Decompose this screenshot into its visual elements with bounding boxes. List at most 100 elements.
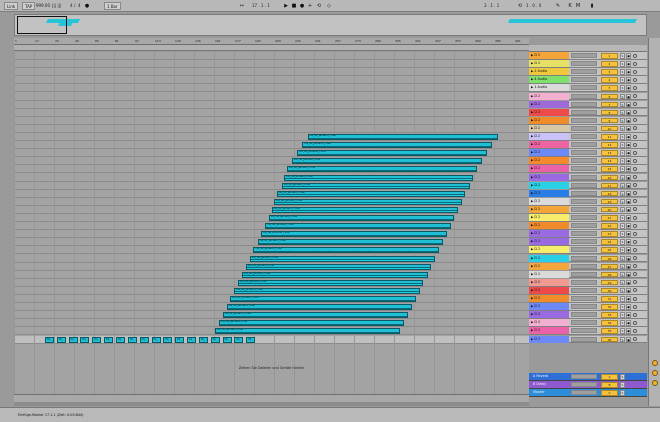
track-name[interactable]: ▶D 2 bbox=[529, 141, 569, 149]
arm-button[interactable]: ● bbox=[626, 53, 631, 59]
arm-button[interactable]: ● bbox=[626, 93, 631, 99]
record-arm-icon[interactable] bbox=[633, 134, 637, 139]
arm-button[interactable]: ● bbox=[626, 247, 631, 253]
track-name[interactable]: ▶4 Audio bbox=[529, 76, 569, 84]
track-input-slot[interactable] bbox=[571, 166, 597, 172]
record-arm-icon[interactable] bbox=[633, 304, 637, 309]
short-audio-clip[interactable]: Da_ bbox=[222, 336, 232, 343]
track-header[interactable]: ▶D 2 20 S ● bbox=[529, 205, 647, 214]
record-arm-icon[interactable] bbox=[633, 77, 637, 82]
audio-clip[interactable]: Da_ist_jemand_Final bbox=[242, 271, 428, 278]
track-name[interactable]: ▶D 2 bbox=[529, 52, 569, 59]
midi-map-icon[interactable]: M bbox=[574, 2, 582, 10]
track-activator-button[interactable]: 20 bbox=[601, 206, 618, 213]
track-header[interactable]: ▶D 2 31 S ● bbox=[529, 295, 647, 303]
track-fold-icon[interactable]: ▶ bbox=[531, 287, 533, 294]
track-header[interactable]: ▶D 2 35 S ● bbox=[529, 327, 647, 336]
track-input-slot[interactable] bbox=[571, 255, 597, 261]
arm-button[interactable]: ● bbox=[626, 134, 631, 140]
short-audio-clip[interactable]: Da_ bbox=[115, 336, 125, 343]
audio-clip[interactable]: Da_ist_jemand_Final bbox=[292, 158, 483, 165]
solo-button[interactable]: S bbox=[620, 190, 625, 197]
track-header[interactable]: ▶D 2 12 S ● bbox=[529, 141, 647, 149]
track-activator-button[interactable]: 0 bbox=[601, 390, 618, 396]
record-arm-icon[interactable] bbox=[633, 126, 637, 131]
track-name[interactable]: ▶2 Audio bbox=[529, 68, 569, 76]
solo-button[interactable]: S bbox=[620, 125, 625, 132]
track-name[interactable]: ▶D 2 bbox=[529, 230, 569, 238]
track-input-slot[interactable] bbox=[571, 263, 597, 269]
track-lane[interactable] bbox=[14, 109, 529, 117]
record-icon[interactable]: ● bbox=[298, 2, 306, 10]
track-activator-button[interactable]: 29 bbox=[601, 279, 618, 286]
track-fold-icon[interactable]: ▶ bbox=[531, 295, 533, 302]
audio-clip[interactable]: Da_ist_jemand_Final bbox=[253, 247, 439, 254]
short-audio-clip[interactable]: Da_ bbox=[139, 336, 149, 343]
track-header[interactable]: ▶D 2 1 S ● bbox=[529, 52, 647, 60]
solo-button[interactable]: S bbox=[620, 134, 625, 140]
track-header[interactable]: ▶D 2 9 S ● bbox=[529, 116, 647, 125]
record-arm-icon[interactable] bbox=[633, 337, 637, 341]
track-name[interactable]: ▶D 2 bbox=[529, 197, 569, 205]
arm-button[interactable]: ● bbox=[626, 125, 631, 132]
track-header[interactable]: ▶D 2 2 S ● bbox=[529, 60, 647, 68]
track-header[interactable]: ▶D 2 11 S ● bbox=[529, 133, 647, 141]
track-activator-button[interactable]: 13 bbox=[601, 150, 618, 156]
track-activator-button[interactable]: 23 bbox=[601, 231, 618, 237]
solo-button[interactable]: S bbox=[620, 312, 625, 318]
arm-button[interactable]: ● bbox=[626, 101, 631, 108]
track-activator-button[interactable]: 24 bbox=[601, 239, 618, 245]
punch-icon[interactable]: ◇ bbox=[325, 2, 333, 10]
audio-clip[interactable]: Da_ist_jemand_Final bbox=[261, 231, 447, 238]
audio-clip[interactable]: Da_ist_jemand_Final bbox=[307, 134, 498, 140]
track-header[interactable]: ▶D 2 13 S ● bbox=[529, 149, 647, 157]
solo-button[interactable]: S bbox=[620, 182, 625, 189]
track-name[interactable]: ▶D 2 bbox=[529, 165, 569, 173]
tap-button[interactable]: TAP bbox=[22, 2, 36, 10]
short-audio-clip[interactable]: Da_ bbox=[104, 336, 114, 343]
audio-clip[interactable]: Da_ist_jemand_Final bbox=[218, 320, 405, 327]
track-activator-button[interactable]: A bbox=[601, 374, 618, 380]
solo-button[interactable]: S bbox=[620, 150, 625, 156]
solo-button[interactable]: S bbox=[620, 93, 625, 99]
solo-button[interactable]: S bbox=[620, 374, 625, 380]
arm-button[interactable]: ● bbox=[626, 117, 631, 124]
track-activator-button[interactable]: 35 bbox=[601, 328, 618, 334]
track-fold-icon[interactable]: ▶ bbox=[531, 190, 533, 197]
audio-clip[interactable]: Da_ist_jemand_Final bbox=[284, 174, 474, 181]
arm-button[interactable]: ● bbox=[626, 142, 631, 148]
track-input-slot[interactable] bbox=[571, 374, 597, 379]
loop-length[interactable]: 1 . 0 . 0 bbox=[526, 2, 541, 10]
track-lane[interactable] bbox=[14, 117, 529, 125]
record-arm-icon[interactable] bbox=[633, 166, 637, 171]
solo-button[interactable]: S bbox=[620, 279, 625, 286]
audio-clip[interactable]: Da_ist_jemand_Final bbox=[226, 304, 413, 311]
track-input-slot[interactable] bbox=[571, 279, 597, 285]
record-arm-icon[interactable] bbox=[633, 61, 637, 66]
arm-button[interactable]: ● bbox=[626, 255, 631, 261]
arm-button[interactable]: ● bbox=[626, 182, 631, 189]
solo-button[interactable]: S bbox=[620, 390, 625, 396]
track-input-slot[interactable] bbox=[571, 312, 597, 318]
track-input-slot[interactable] bbox=[571, 320, 597, 326]
track-fold-icon[interactable]: ▶ bbox=[531, 117, 533, 124]
record-arm-icon[interactable] bbox=[633, 239, 637, 244]
track-activator-button[interactable]: 9 bbox=[601, 117, 618, 124]
record-arm-icon[interactable] bbox=[633, 272, 637, 277]
track-lane[interactable] bbox=[14, 60, 529, 69]
track-header[interactable]: ▶D 2 7 S ● bbox=[529, 100, 647, 109]
record-arm-icon[interactable] bbox=[633, 110, 637, 115]
record-arm-icon[interactable] bbox=[633, 320, 637, 325]
arm-button[interactable]: ● bbox=[626, 304, 631, 310]
solo-button[interactable]: S bbox=[620, 304, 625, 310]
track-fold-icon[interactable]: ▶ bbox=[531, 255, 533, 262]
audio-clip[interactable]: Da_ist_jemand_Final bbox=[276, 190, 465, 197]
track-header[interactable]: ▶D 2 8 S ● bbox=[529, 108, 647, 117]
track-header[interactable]: ▶D 2 26 S ● bbox=[529, 254, 647, 263]
arm-button[interactable]: ● bbox=[626, 109, 631, 116]
track-name[interactable]: ▶D 2 bbox=[529, 214, 569, 221]
track-fold-icon[interactable]: ▶ bbox=[531, 214, 533, 221]
arm-button[interactable]: ● bbox=[626, 190, 631, 197]
solo-button[interactable]: S bbox=[620, 320, 625, 326]
track-input-slot[interactable] bbox=[571, 174, 597, 180]
